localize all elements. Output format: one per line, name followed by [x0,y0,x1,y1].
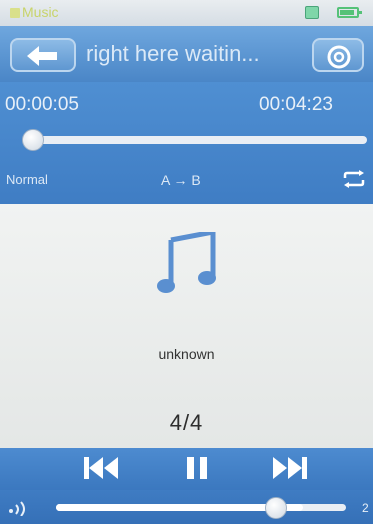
elapsed-time: 00:00:05 [5,94,79,115]
progress-slider[interactable] [24,136,367,144]
battery-icon [337,7,362,18]
gear-icon [327,45,351,69]
volume-icon[interactable] [8,500,32,516]
notification-icon [305,6,319,19]
status-bar: Music [0,0,373,26]
volume-value: 2 [362,501,369,515]
skip-previous-icon[interactable] [84,455,120,481]
arrow-left-icon [27,46,57,66]
repeat-icon[interactable] [342,170,366,188]
volume-bar: 2 [0,490,373,524]
volume-thumb[interactable] [265,497,287,519]
app-title-text: Music [22,4,59,20]
settings-button[interactable] [312,38,364,72]
volume-slider[interactable] [56,504,346,511]
back-button[interactable] [10,38,76,72]
now-playing-area: unknown 4/4 [0,204,373,448]
progress-section: 00:00:05 00:04:23 Normal A → B [0,82,373,204]
artist-name: unknown [158,346,215,362]
skip-next-icon[interactable] [272,455,308,481]
ab-repeat-button[interactable]: A → B [161,172,201,188]
music-note-icon [157,232,216,293]
app-title: Music [10,4,59,20]
track-position: 4/4 [169,410,204,435]
music-player-screen: Music right here waitin... 00:00:05 00:0… [0,0,373,524]
playback-controls [0,448,373,490]
music-app-icon [10,8,20,18]
total-time: 00:04:23 [259,94,333,115]
track-title: right here waitin... [86,41,260,66]
title-bar: right here waitin... [0,26,373,82]
eq-mode-button[interactable]: Normal [6,172,48,187]
pause-icon[interactable] [186,455,208,481]
progress-thumb[interactable] [22,129,44,151]
